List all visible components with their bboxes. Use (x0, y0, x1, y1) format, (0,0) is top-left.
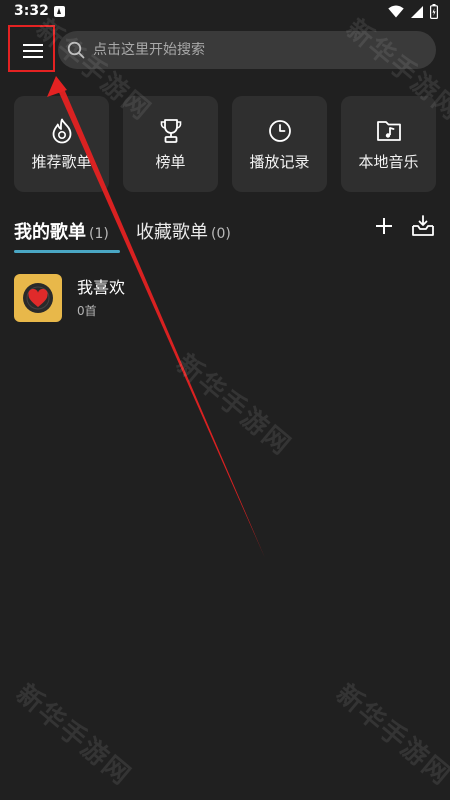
trophy-icon (159, 118, 183, 144)
add-playlist-button[interactable] (372, 214, 396, 238)
quick-action-local-music[interactable]: 本地音乐 (341, 96, 436, 192)
music-folder-icon (376, 118, 402, 144)
tab-title: 我的歌单 (14, 222, 86, 243)
notification-icon (54, 6, 65, 17)
watermark: 新华手游网 (10, 678, 137, 792)
menu-button[interactable] (10, 28, 56, 74)
status-icons (388, 4, 438, 19)
status-bar: 3:32 (0, 0, 450, 24)
signal-icon (411, 5, 423, 18)
tab-favorite-playlists[interactable]: 收藏歌单 (0) (136, 218, 231, 244)
list-item[interactable]: 我喜欢 0首 (14, 272, 436, 324)
quick-action-label: 本地音乐 (358, 153, 419, 171)
playlist-song-count: 0首 (77, 304, 97, 318)
search-icon (67, 41, 85, 59)
battery-icon (430, 4, 438, 19)
active-tab-indicator (14, 250, 120, 253)
search-box[interactable] (58, 31, 436, 69)
search-input[interactable] (93, 42, 413, 58)
quick-action-recommended-playlists[interactable]: 推荐歌单 (14, 96, 109, 192)
flame-icon (51, 118, 73, 144)
heart-record-icon (23, 283, 53, 313)
quick-action-charts[interactable]: 榜单 (123, 96, 218, 192)
watermark: 新华手游网 (330, 678, 450, 792)
plus-icon (376, 218, 392, 234)
playlist-name: 我喜欢 (77, 278, 126, 297)
playlist-cover (14, 274, 62, 322)
quick-action-label: 播放记录 (249, 153, 310, 171)
hamburger-icon (23, 44, 43, 58)
status-time: 3:32 (14, 3, 49, 19)
quick-action-label: 推荐歌单 (31, 153, 92, 171)
wifi-icon (388, 5, 404, 18)
tab-my-playlists[interactable]: 我的歌单 (1) (14, 218, 109, 244)
tab-title: 收藏歌单 (136, 222, 208, 243)
clock-icon (268, 118, 292, 144)
quick-action-label: 榜单 (155, 153, 186, 171)
watermark: 新华手游网 (170, 348, 297, 462)
inbox-download-icon (412, 215, 434, 236)
quick-action-play-history[interactable]: 播放记录 (232, 96, 327, 192)
tab-count: (1) (89, 226, 109, 242)
import-playlist-button[interactable] (410, 213, 436, 239)
quick-actions: 推荐歌单 榜单 播放记录 本地音乐 (14, 96, 436, 192)
tab-count: (0) (211, 226, 231, 242)
